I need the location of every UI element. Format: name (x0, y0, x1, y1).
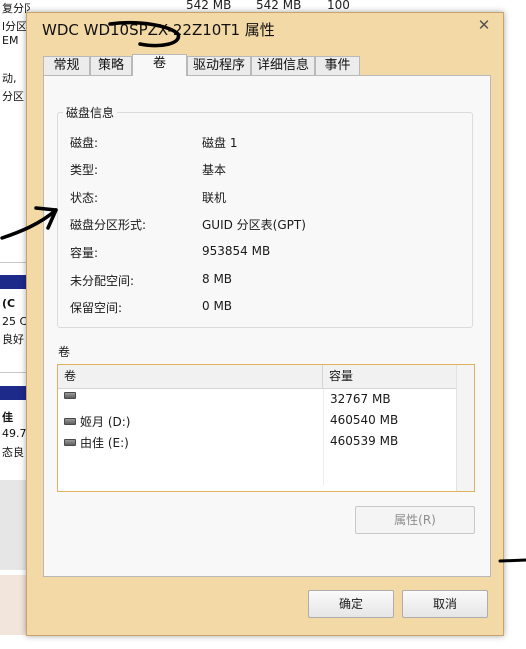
disk-value: 磁盘 1 (202, 136, 238, 150)
list-scrollbar[interactable] (456, 365, 474, 491)
properties-button[interactable]: 属性(R) (355, 506, 475, 534)
reserved-label: 保留空间: (70, 301, 123, 315)
column-header-capacity[interactable]: 容量 (323, 365, 456, 389)
partition-style-value: GUID 分区表(GPT) (202, 218, 306, 232)
background-cell: 542 MB (186, 0, 232, 12)
close-icon: ✕ (477, 16, 491, 34)
type-label: 类型: (70, 163, 99, 177)
tab-volumes[interactable]: 卷 (132, 54, 187, 76)
type-value: 基本 (202, 163, 227, 177)
ok-button[interactable]: 确定 (308, 590, 394, 618)
properties-dialog: WDC WD10SPZX-22Z10T1 属性 ✕ 常规 策略 卷 驱动程序 详… (26, 12, 504, 636)
background-text: 佳 (2, 411, 13, 424)
volumes-list-header: 卷 容量 (58, 365, 456, 389)
background-text: 分区 (2, 90, 24, 103)
close-button[interactable]: ✕ (471, 15, 497, 35)
tab-events[interactable]: 事件 (315, 56, 360, 75)
volume-capacity: 32767 MB (330, 392, 391, 406)
list-item[interactable]: 32767 MB (58, 389, 456, 410)
volume-capacity: 460540 MB (330, 413, 399, 427)
partition-style-label: 磁盘分区形式: (70, 218, 147, 232)
drive-icon (64, 439, 76, 446)
status-label: 状态: (70, 191, 99, 205)
background-text: 动, (2, 72, 17, 85)
background-cell: 100 (327, 0, 350, 12)
tab-details[interactable]: 详细信息 (251, 56, 315, 75)
drive-icon (64, 392, 76, 399)
background-panel (0, 575, 26, 635)
volume-name: 由佳 (E:) (80, 436, 129, 450)
drive-icon (64, 418, 76, 425)
tab-policies[interactable]: 策略 (90, 56, 132, 75)
background-text: EM (2, 34, 19, 47)
capacity-value: 953854 MB (202, 244, 271, 258)
list-item[interactable]: 姬月 (D:) 460540 MB (58, 410, 456, 431)
dialog-title: WDC WD10SPZX-22Z10T1 属性 (42, 21, 275, 39)
volumes-tab-panel: 磁盘信息 磁盘: 磁盘 1 类型: 基本 状态: 联机 磁盘分区形式: GUID… (43, 75, 491, 577)
column-header-volume[interactable]: 卷 (58, 365, 323, 389)
volumes-title: 卷 (58, 345, 71, 359)
capacity-label: 容量: (70, 246, 99, 260)
background-text: 良好 (2, 333, 24, 346)
cancel-button[interactable]: 取消 (402, 590, 488, 618)
tab-driver[interactable]: 驱动程序 (187, 56, 251, 75)
list-item[interactable]: 由佳 (E:) 460539 MB (58, 431, 456, 452)
disk-label: 磁盘: (70, 136, 99, 150)
volumes-list[interactable]: 卷 容量 32767 MB 姬月 (D:) 460540 MB 由佳 (E:) … (57, 364, 475, 492)
background-text: (C (2, 297, 16, 310)
background-text: 态良 (2, 446, 24, 459)
disk-info-title: 磁盘信息 (63, 104, 118, 121)
background-text: 25 C (2, 315, 28, 328)
background-text: 49.7 (2, 427, 27, 440)
tab-general[interactable]: 常规 (43, 56, 90, 75)
status-value: 联机 (202, 191, 227, 205)
reserved-value: 0 MB (202, 299, 233, 313)
background-cell: 542 MB (256, 0, 302, 12)
unallocated-value: 8 MB (202, 272, 233, 286)
unallocated-label: 未分配空间: (70, 274, 135, 288)
volume-name: 姬月 (D:) (80, 415, 131, 429)
background-text: l分区 (2, 20, 28, 33)
volume-capacity: 460539 MB (330, 434, 399, 448)
background-panel (0, 480, 26, 570)
